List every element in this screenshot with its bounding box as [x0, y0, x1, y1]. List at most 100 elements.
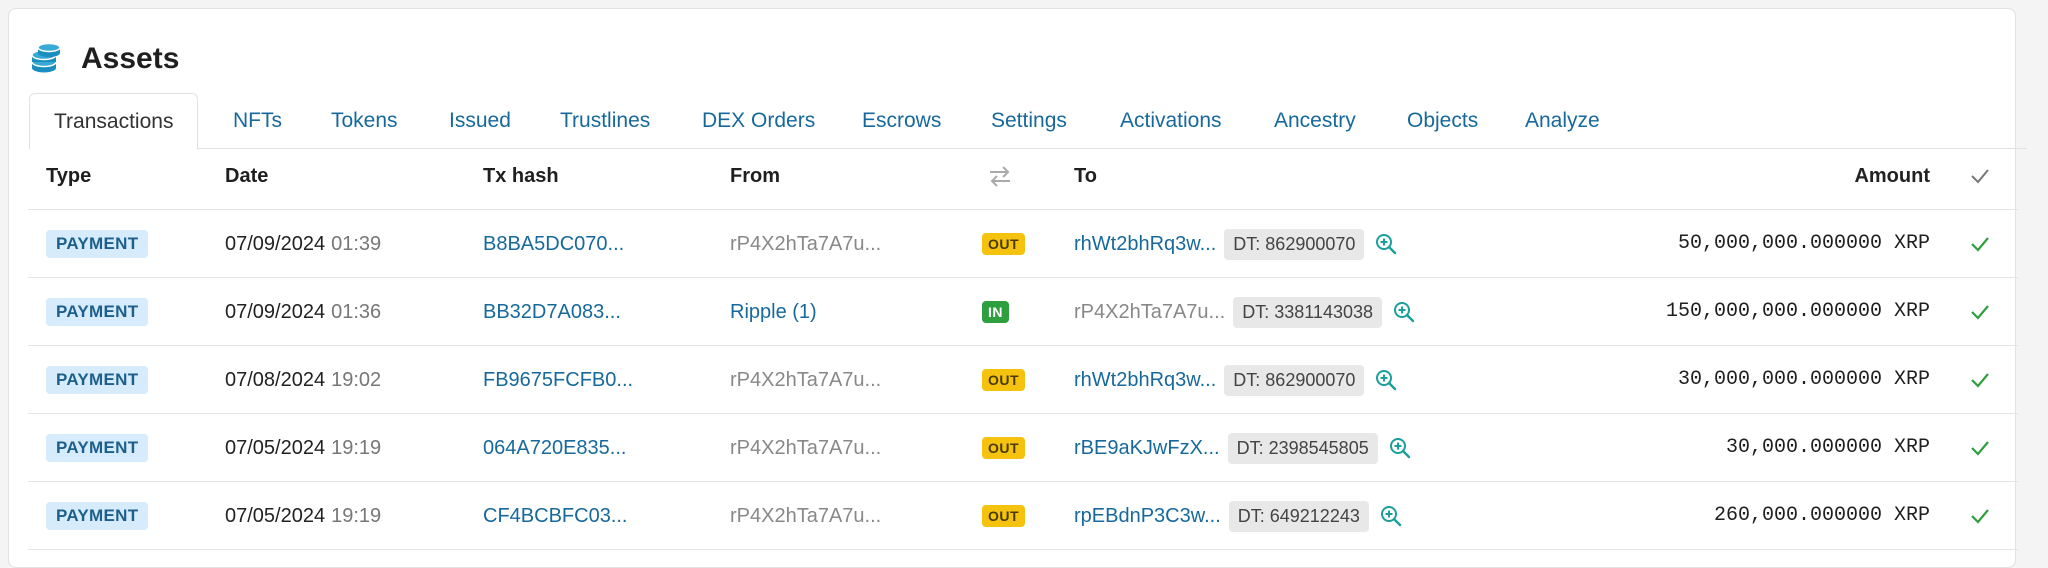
tab-settings[interactable]: Settings: [991, 93, 1067, 149]
from-address[interactable]: Ripple (1): [730, 301, 817, 324]
tx-hash-cell: FB9675FCFB0...: [483, 346, 633, 414]
magnifier-plus-icon[interactable]: [1374, 232, 1398, 256]
to-cell: rpEBdnP3C3w... DT: 649212243: [1074, 482, 1403, 550]
tx-hash-link[interactable]: FB9675FCFB0...: [483, 369, 633, 392]
direction-cell: OUT: [982, 414, 1026, 482]
date-cell: 07/05/2024 19:19: [225, 482, 381, 550]
tx-hash-link[interactable]: 064A720E835...: [483, 437, 626, 460]
direction-cell: IN: [982, 278, 1009, 346]
to-cell: rhWt2bhRq3w... DT: 862900070: [1074, 210, 1398, 278]
success-check-icon: [1971, 441, 1989, 456]
tab-nfts[interactable]: NFTs: [233, 93, 282, 149]
destination-tag: DT: 649212243: [1228, 500, 1369, 532]
amount-value: 150,000,000.000000 XRP: [1665, 300, 1930, 323]
tab-trustlines[interactable]: Trustlines: [560, 93, 650, 149]
time-text: 19:02: [331, 368, 382, 391]
direction-cell: OUT: [982, 210, 1026, 278]
tab-dex-orders[interactable]: DEX Orders: [702, 93, 815, 149]
from-cell: Ripple (1): [730, 278, 817, 346]
type-badge: PAYMENT: [46, 366, 149, 394]
destination-tag: DT: 862900070: [1224, 228, 1365, 260]
tx-hash-link[interactable]: CF4BCBFC03...: [483, 505, 627, 528]
time-text: 19:19: [331, 504, 382, 527]
magnifier-plus-icon[interactable]: [1379, 504, 1403, 528]
time-text: 01:36: [331, 300, 382, 323]
type-cell: PAYMENT: [46, 278, 149, 346]
status-check-header-icon: [1971, 169, 1989, 184]
magnifier-plus-icon[interactable]: [1392, 300, 1416, 324]
type-badge: PAYMENT: [46, 298, 149, 326]
from-cell: rP4X2hTa7A7u...: [730, 210, 881, 278]
tab-issued[interactable]: Issued: [449, 93, 511, 149]
tx-hash-link[interactable]: B8BA5DC070...: [483, 233, 624, 256]
type-badge: PAYMENT: [46, 502, 149, 530]
tab-ancestry[interactable]: Ancestry: [1274, 93, 1356, 149]
tx-hash-cell: CF4BCBFC03...: [483, 482, 627, 550]
from-address: rP4X2hTa7A7u...: [730, 504, 882, 527]
success-check-icon: [1971, 373, 1989, 388]
to-address: rP4X2hTa7A7u...: [1074, 300, 1226, 323]
type-badge: PAYMENT: [46, 230, 149, 258]
tx-hash-cell: 064A720E835...: [483, 414, 626, 482]
direction-badge: OUT: [982, 437, 1026, 459]
to-cell: rP4X2hTa7A7u... DT: 3381143038: [1074, 278, 1416, 346]
column-header-type: Type: [46, 165, 92, 187]
table-row[interactable]: PAYMENT 07/05/2024 19:19 CF4BCBFC03... r…: [28, 482, 2018, 550]
page-title: Assets: [81, 42, 180, 75]
destination-tag: DT: 862900070: [1224, 364, 1365, 396]
date-cell: 07/08/2024 19:02: [225, 346, 381, 414]
amount-value: 260,000.000000 XRP: [1713, 504, 1930, 527]
column-header-tx-hash: Tx hash: [483, 165, 559, 187]
direction-cell: OUT: [982, 482, 1026, 550]
to-address[interactable]: rhWt2bhRq3w...: [1074, 369, 1216, 392]
amount-value: 30,000,000.000000 XRP: [1677, 368, 1930, 391]
column-header-amount: Amount: [1854, 165, 1930, 187]
direction-badge: OUT: [982, 505, 1026, 527]
magnifier-plus-icon[interactable]: [1388, 436, 1412, 460]
type-cell: PAYMENT: [46, 210, 149, 278]
type-cell: PAYMENT: [46, 346, 149, 414]
tab-analyze[interactable]: Analyze: [1525, 93, 1600, 149]
table-row[interactable]: PAYMENT 07/09/2024 01:39 B8BA5DC070... r…: [28, 210, 2018, 278]
to-address[interactable]: rBE9aKJwFzX...: [1074, 437, 1220, 460]
from-cell: rP4X2hTa7A7u...: [730, 482, 881, 550]
tx-hash-cell: B8BA5DC070...: [483, 210, 624, 278]
transactions-table: Type Date Tx hash From To Amount PAYMENT…: [28, 142, 2018, 550]
tab-bar: Transactions NFTs Tokens Issued Trustlin…: [29, 93, 2027, 150]
magnifier-plus-icon[interactable]: [1374, 368, 1398, 392]
date-text: 07/08/2024: [225, 368, 326, 391]
tab-objects[interactable]: Objects: [1407, 93, 1478, 149]
tab-activations[interactable]: Activations: [1120, 93, 1222, 149]
type-badge: PAYMENT: [46, 434, 149, 462]
destination-tag: DT: 2398545805: [1227, 432, 1378, 464]
table-row[interactable]: PAYMENT 07/05/2024 19:19 064A720E835... …: [28, 414, 2018, 482]
direction-badge: IN: [982, 301, 1009, 323]
time-text: 19:19: [331, 436, 382, 459]
date-text: 07/05/2024: [225, 436, 326, 459]
tab-escrows[interactable]: Escrows: [862, 93, 941, 149]
table-row[interactable]: PAYMENT 07/09/2024 01:36 BB32D7A083... R…: [28, 278, 2018, 346]
amount-value: 50,000,000.000000 XRP: [1677, 232, 1930, 255]
date-text: 07/09/2024: [225, 232, 326, 255]
table-header-row: Type Date Tx hash From To Amount: [28, 142, 2018, 210]
from-address: rP4X2hTa7A7u...: [730, 232, 882, 255]
direction-cell: OUT: [982, 346, 1026, 414]
from-address: rP4X2hTa7A7u...: [730, 368, 882, 391]
time-text: 01:39: [331, 232, 382, 255]
to-cell: rhWt2bhRq3w... DT: 862900070: [1074, 346, 1398, 414]
date-cell: 07/09/2024 01:36: [225, 278, 381, 346]
direction-badge: OUT: [982, 369, 1026, 391]
tab-tokens[interactable]: Tokens: [331, 93, 398, 149]
direction-badge: OUT: [982, 233, 1026, 255]
success-check-icon: [1971, 305, 1989, 320]
to-address[interactable]: rhWt2bhRq3w...: [1074, 233, 1216, 256]
tx-hash-cell: BB32D7A083...: [483, 278, 621, 346]
to-address[interactable]: rpEBdnP3C3w...: [1074, 505, 1221, 528]
table-row[interactable]: PAYMENT 07/08/2024 19:02 FB9675FCFB0... …: [28, 346, 2018, 414]
column-header-date: Date: [225, 165, 269, 187]
from-cell: rP4X2hTa7A7u...: [730, 346, 881, 414]
date-cell: 07/09/2024 01:39: [225, 210, 381, 278]
from-cell: rP4X2hTa7A7u...: [730, 414, 881, 482]
tx-hash-link[interactable]: BB32D7A083...: [483, 301, 621, 324]
success-check-icon: [1971, 237, 1989, 252]
